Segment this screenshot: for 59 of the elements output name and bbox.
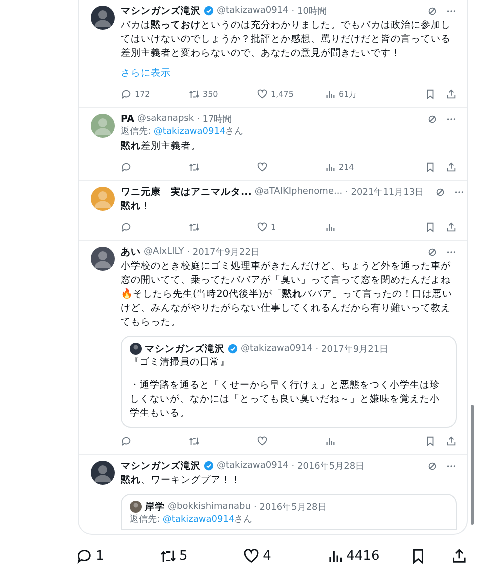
user-handle[interactable]: @sakanapsk: [137, 114, 194, 124]
slashed-circle-icon[interactable]: [427, 246, 438, 258]
reply-label: 返信先:: [121, 127, 152, 137]
reply-label: 返信先:: [130, 515, 160, 525]
slashed-circle-icon[interactable]: [427, 6, 438, 16]
share-icon[interactable]: [451, 548, 468, 564]
scrollbar-thumb[interactable]: [471, 405, 474, 525]
post-text: 小学校のとき校庭にゴミ処理車がきたんだけど、ちょうど外を通った車が窓の開いてて、乗ってたババアが「臭い」って言って窓を閉めたんだよね🔥そしたら先生(当時20代後半)が「黙れババア」って言ったの！口は悪いけど、みんながやりたがらない仕事してくれるんだから有り難いって教えてもらった。: [121, 260, 454, 330]
user-handle[interactable]: @takizawa0914: [217, 461, 289, 471]
avatar[interactable]: [91, 247, 115, 271]
user-name: マシンガンズ滝沢: [145, 342, 225, 356]
post-time[interactable]: · 2016年5月28日: [292, 460, 365, 472]
user-handle[interactable]: @AIxLILY: [144, 247, 184, 257]
post-time[interactable]: · 17時間: [197, 112, 232, 126]
post-time: · 2017年9月21日: [316, 344, 389, 356]
user-name[interactable]: あい: [121, 246, 141, 258]
slashed-circle-icon[interactable]: [427, 460, 438, 472]
mention-link[interactable]: @takizawa0914: [154, 127, 226, 137]
reply-suffix: さん: [234, 515, 253, 525]
action-count: 1: [96, 548, 104, 564]
slashed-circle-icon[interactable]: [435, 186, 446, 198]
post-time[interactable]: · 10時間: [292, 4, 327, 18]
post-time: · 2016年5月28日: [254, 502, 327, 514]
action-count: 350: [203, 90, 218, 98]
user-name[interactable]: ワニ元康 実はアニマルタ...: [121, 186, 252, 198]
action-count: 1: [271, 222, 276, 232]
post-text: 黙れ差別主義者。: [121, 140, 202, 154]
show-more-link[interactable]: さらに表示: [121, 67, 171, 81]
action-count: 61万: [339, 88, 358, 100]
post-time[interactable]: · 2017年9月22日: [187, 246, 260, 258]
user-name[interactable]: マシンガンズ滝沢: [121, 460, 201, 472]
user-handle[interactable]: @aTAIKIphenome...: [254, 187, 343, 197]
avatar[interactable]: [91, 6, 115, 30]
action-count: 1,475: [271, 90, 294, 98]
quoted-post[interactable]: 岸学 @bokkishimanabu · 2016年5月28日 返信先: @takizawa0914さん: [121, 494, 457, 530]
user-handle[interactable]: @takizawa0914: [217, 6, 289, 16]
action-count: 214: [339, 162, 354, 172]
user-name[interactable]: マシンガンズ滝沢: [121, 4, 201, 18]
action-count: 5: [180, 548, 188, 564]
quoted-post[interactable]: マシンガンズ滝沢 @takizawa0914 · 2017年9月21日 『ゴミ清掃員の日常』 ・通学路を通ると「くせーから早く行けぇ」と悪態をつく小学生は珍しくないが、なかには「とっても良い臭いだね～」と嫌味を覚えた小学生もいる。: [121, 336, 457, 428]
avatar[interactable]: [91, 461, 115, 485]
mention-link[interactable]: @takizawa0914: [162, 515, 235, 525]
post-text: 黙れ、ワーキングプア！！: [121, 474, 242, 488]
post-time[interactable]: · 2021年11月13日: [346, 186, 424, 198]
post-text: 黙れ！: [121, 200, 152, 214]
post-text: バカは黙っておけというのは充分わかりました。でもバカは政治に参加してはいけないのでしょうか？批評とか感想、罵りだけだと皆の言っている差別主義者と変わらないので、あなたの意見が聞きたいです！: [121, 19, 452, 61]
quote-text: ・通学路を通ると「くせーから早く行けぇ」と悪態をつく小学生は珍しくないが、なかには「とっても良い臭いだね～」と嫌味を覚えた小学生もいる。: [130, 379, 441, 421]
user-handle: @takizawa0914: [241, 344, 313, 354]
reply-icon[interactable]: [76, 548, 93, 564]
slashed-circle-icon[interactable]: [427, 114, 438, 124]
quote-text: 『ゴミ清掃員の日常』: [130, 356, 231, 370]
heart-icon[interactable]: [243, 548, 260, 564]
action-count: 172: [135, 90, 150, 98]
reply-suffix: さん: [226, 127, 244, 137]
user-name[interactable]: PA: [121, 114, 134, 124]
user-name: 岸学: [145, 500, 165, 514]
user-handle: @bokkishimanabu: [168, 502, 251, 512]
action-count: 4416: [346, 548, 380, 564]
action-count: 4: [263, 548, 272, 564]
